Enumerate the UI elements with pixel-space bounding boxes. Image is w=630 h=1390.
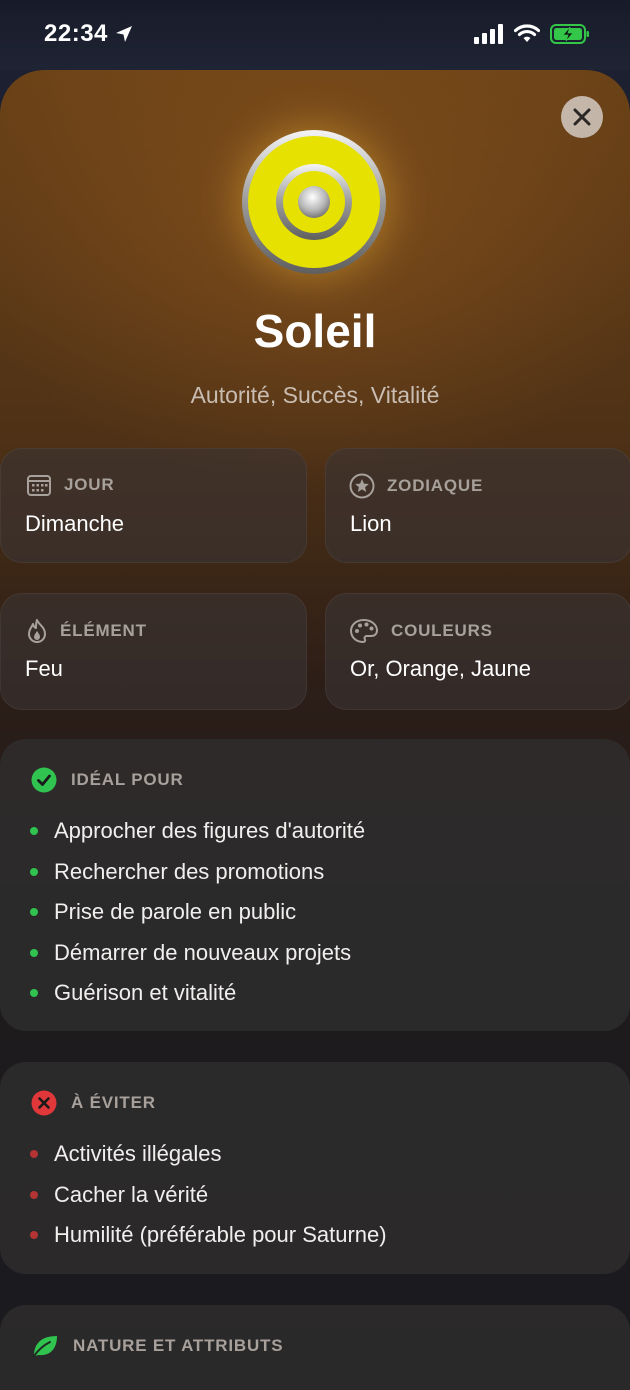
ideal-card: IDÉAL POUR Approcher des figures d'autor… xyxy=(0,739,630,1031)
bullet-dot xyxy=(30,908,38,917)
planet-detail-sheet: Soleil Autorité, Succès, Vitalité JOUR D… xyxy=(0,70,630,1390)
day-card-label: JOUR xyxy=(26,473,114,497)
status-indicators xyxy=(474,24,590,44)
avoid-list: Activités illégales Cacher la vérité Hum… xyxy=(30,1134,387,1256)
list-item: Rechercher des promotions xyxy=(30,852,365,893)
list-item: Humilité (préférable pour Saturne) xyxy=(30,1215,387,1256)
bullet-dot xyxy=(30,989,38,998)
status-bar: 22:34 xyxy=(0,0,630,70)
battery-charging-icon xyxy=(550,24,589,44)
list-item: Approcher des figures d'autorité xyxy=(30,811,365,852)
list-item: Activités illégales xyxy=(30,1134,387,1175)
ideal-label: IDÉAL POUR xyxy=(71,770,184,789)
element-card-label: ÉLÉMENT xyxy=(26,618,147,644)
bullet-dot xyxy=(30,1231,38,1240)
list-item-text: Approcher des figures d'autorité xyxy=(54,818,366,844)
colors-label: COULEURS xyxy=(391,621,493,640)
bullet-dot xyxy=(30,1150,38,1159)
bullet-dot xyxy=(30,1190,38,1199)
palette-icon xyxy=(349,618,379,644)
list-item: Guérison et vitalité xyxy=(30,973,365,1014)
ideal-header: IDÉAL POUR xyxy=(31,767,184,793)
planet-subtitle: Autorité, Succès, Vitalité xyxy=(190,382,440,408)
list-item-text: Humilité (préférable pour Saturne) xyxy=(54,1222,387,1248)
bullet-dot xyxy=(30,948,38,957)
colors-value: Or, Orange, Jaune xyxy=(350,656,531,681)
nature-label: NATURE ET ATTRIBUTS xyxy=(73,1336,284,1355)
leaf-icon xyxy=(33,1336,57,1357)
zodiac-card: ZODIAQUE Lion xyxy=(325,448,630,563)
close-button[interactable] xyxy=(561,96,603,138)
avoid-label: À ÉVITER xyxy=(71,1093,156,1112)
avoid-card: À ÉVITER Activités illégales Cacher la v… xyxy=(0,1062,630,1274)
close-icon xyxy=(573,108,591,126)
sun-target-icon xyxy=(242,130,386,274)
clock: 22:34 xyxy=(44,20,108,47)
list-item-text: Prise de parole en public xyxy=(54,899,297,925)
zodiac-card-label: ZODIAQUE xyxy=(349,473,483,499)
wifi-icon xyxy=(514,24,540,42)
x-circle-icon xyxy=(31,1090,57,1116)
list-item-text: Cacher la vérité xyxy=(54,1181,209,1207)
day-label: JOUR xyxy=(64,475,115,494)
planet-title: Soleil xyxy=(253,305,377,357)
ideal-list: Approcher des figures d'autorité Recherc… xyxy=(30,811,365,1014)
location-arrow-icon xyxy=(115,26,132,42)
list-item: Prise de parole en public xyxy=(30,892,365,933)
zodiac-label: ZODIAQUE xyxy=(387,476,484,495)
zodiac-value: Lion xyxy=(350,511,392,536)
calendar-icon xyxy=(27,475,51,496)
colors-card-label: COULEURS xyxy=(349,618,493,644)
nature-header: NATURE ET ATTRIBUTS xyxy=(31,1333,283,1359)
list-item: Cacher la vérité xyxy=(30,1175,387,1216)
day-value: Dimanche xyxy=(25,511,125,536)
day-card: JOUR Dimanche xyxy=(0,448,307,563)
cellular-signal-icon xyxy=(474,24,503,44)
element-value: Feu xyxy=(25,656,63,681)
flame-icon xyxy=(28,619,46,643)
status-time: 22:34 xyxy=(44,20,134,48)
list-item: Démarrer de nouveaux projets xyxy=(30,933,365,974)
colors-card: COULEURS Or, Orange, Jaune xyxy=(325,593,630,710)
list-item-text: Rechercher des promotions xyxy=(54,858,325,884)
check-circle-icon xyxy=(31,767,57,793)
element-card: ÉLÉMENT Feu xyxy=(0,593,307,710)
element-label: ÉLÉMENT xyxy=(60,621,147,640)
list-item-text: Activités illégales xyxy=(54,1141,222,1167)
nature-card: NATURE ET ATTRIBUTS xyxy=(0,1305,630,1390)
list-item-text: Guérison et vitalité xyxy=(54,980,237,1006)
star-circle-icon xyxy=(349,473,375,499)
list-item-text: Démarrer de nouveaux projets xyxy=(54,939,352,965)
avoid-header: À ÉVITER xyxy=(31,1090,156,1116)
bullet-dot xyxy=(30,867,38,876)
bullet-dot xyxy=(30,827,38,836)
